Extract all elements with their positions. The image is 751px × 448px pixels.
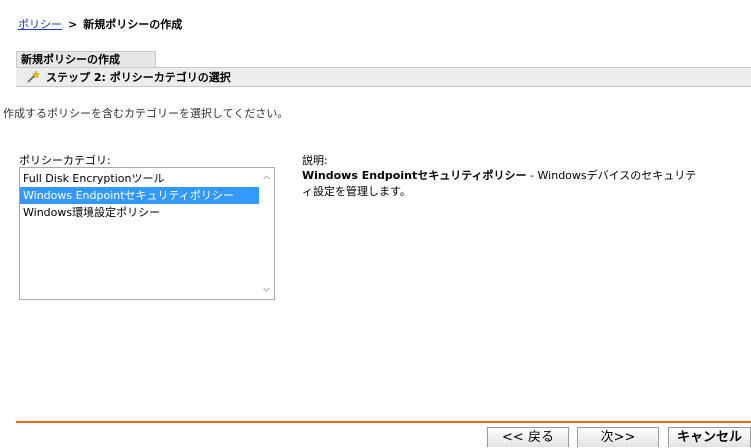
scroll-up-icon[interactable] (262, 173, 271, 182)
breadcrumb-current: 新規ポリシーの作成 (83, 18, 183, 31)
description-title: Windows Endpointセキュリティポリシー (302, 169, 527, 182)
listbox-scrollbar[interactable] (259, 168, 274, 299)
category-item-full-disk-encryption[interactable]: Full Disk Encryptionツール (20, 170, 260, 187)
category-listbox[interactable]: Full Disk Encryptionツール Windows Endpoint… (19, 167, 275, 300)
breadcrumb-policy-link[interactable]: ポリシー (18, 18, 62, 31)
back-button[interactable]: << 戻る (487, 427, 569, 447)
step-header: ステップ 2: ポリシーカテゴリの選択 (16, 67, 751, 87)
next-button[interactable]: 次>> (577, 427, 659, 447)
category-item-windows-endpoint-security[interactable]: Windows Endpointセキュリティポリシー (20, 187, 260, 204)
breadcrumb-separator: > (68, 18, 78, 31)
description-text: Windows Endpointセキュリティポリシー - Windowsデバイス… (302, 168, 702, 200)
wand-icon (27, 70, 40, 83)
description-label: 説明: (302, 154, 328, 167)
instruction-text: 作成するポリシーを含むカテゴリーを選択してください。 (3, 107, 289, 120)
step-title: ステップ 2: ポリシーカテゴリの選択 (46, 71, 231, 84)
scroll-down-icon[interactable] (262, 285, 271, 294)
wizard-tab-title: 新規ポリシーの作成 (16, 51, 156, 67)
cancel-button[interactable]: キャンセル (668, 427, 751, 447)
breadcrumb: ポリシー > 新規ポリシーの作成 (18, 16, 182, 32)
category-label: ポリシーカテゴリ: (19, 154, 111, 167)
footer-divider (16, 421, 751, 423)
category-item-windows-environment-settings[interactable]: Windows環境設定ポリシー (20, 204, 260, 221)
